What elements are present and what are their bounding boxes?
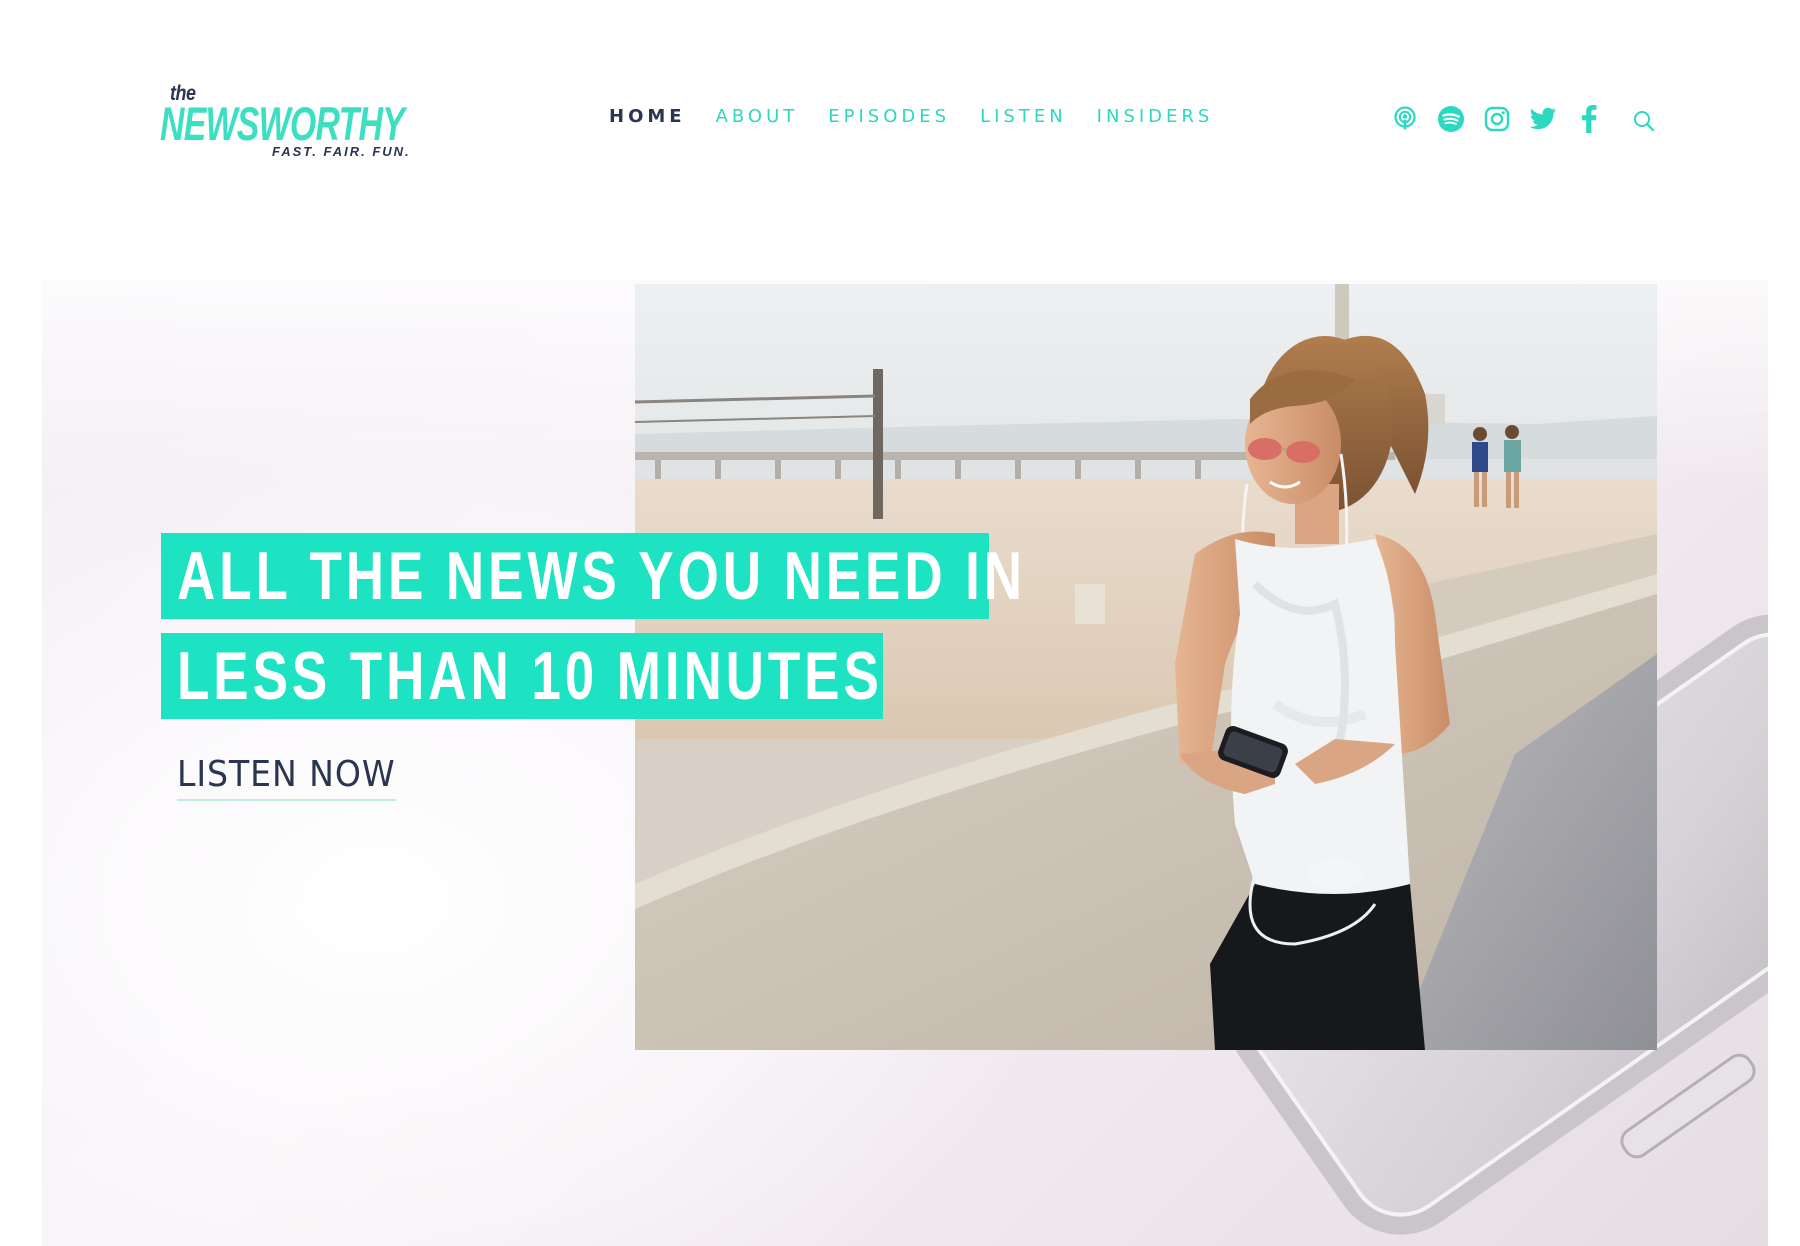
twitter-icon[interactable] (1529, 105, 1557, 133)
nav-item-insiders[interactable]: INSIDERS (1097, 106, 1214, 127)
nav-item-about[interactable]: ABOUT (716, 106, 799, 127)
spotify-icon[interactable] (1437, 105, 1465, 133)
hero-edge-right (1768, 0, 1800, 1246)
site-logo[interactable]: the NEWSWORTHY FAST. FAIR. FUN. (160, 82, 409, 162)
hero-headline: ALL THE NEWS YOU NEED IN LESS THAN 10 MI… (161, 533, 1022, 733)
headline-line-2: LESS THAN 10 MINUTES (161, 633, 883, 719)
social-links (1391, 105, 1603, 133)
page: the NEWSWORTHY FAST. FAIR. FUN. HOME ABO… (0, 0, 1800, 1246)
headline-line-1-text: ALL THE NEWS YOU NEED IN (177, 538, 1027, 614)
logo-tagline: FAST. FAIR. FUN. (272, 144, 411, 159)
nav-item-episodes[interactable]: EPISODES (828, 106, 950, 127)
headline-line-2-text: LESS THAN 10 MINUTES (177, 638, 883, 714)
search-icon[interactable] (1633, 110, 1655, 132)
nav-item-home[interactable]: HOME (609, 106, 686, 127)
main-nav: HOME ABOUT EPISODES LISTEN INSIDERS (609, 106, 1213, 127)
listen-now-link[interactable]: LISTEN NOW (177, 754, 396, 801)
hero-edge-left (0, 0, 42, 1246)
nav-item-listen[interactable]: LISTEN (980, 106, 1067, 127)
apple-podcasts-icon[interactable] (1391, 105, 1419, 133)
facebook-icon[interactable] (1575, 105, 1603, 133)
instagram-icon[interactable] (1483, 105, 1511, 133)
logo-wordmark: NEWSWORTHY (160, 97, 405, 150)
headline-line-1: ALL THE NEWS YOU NEED IN (161, 533, 1022, 619)
